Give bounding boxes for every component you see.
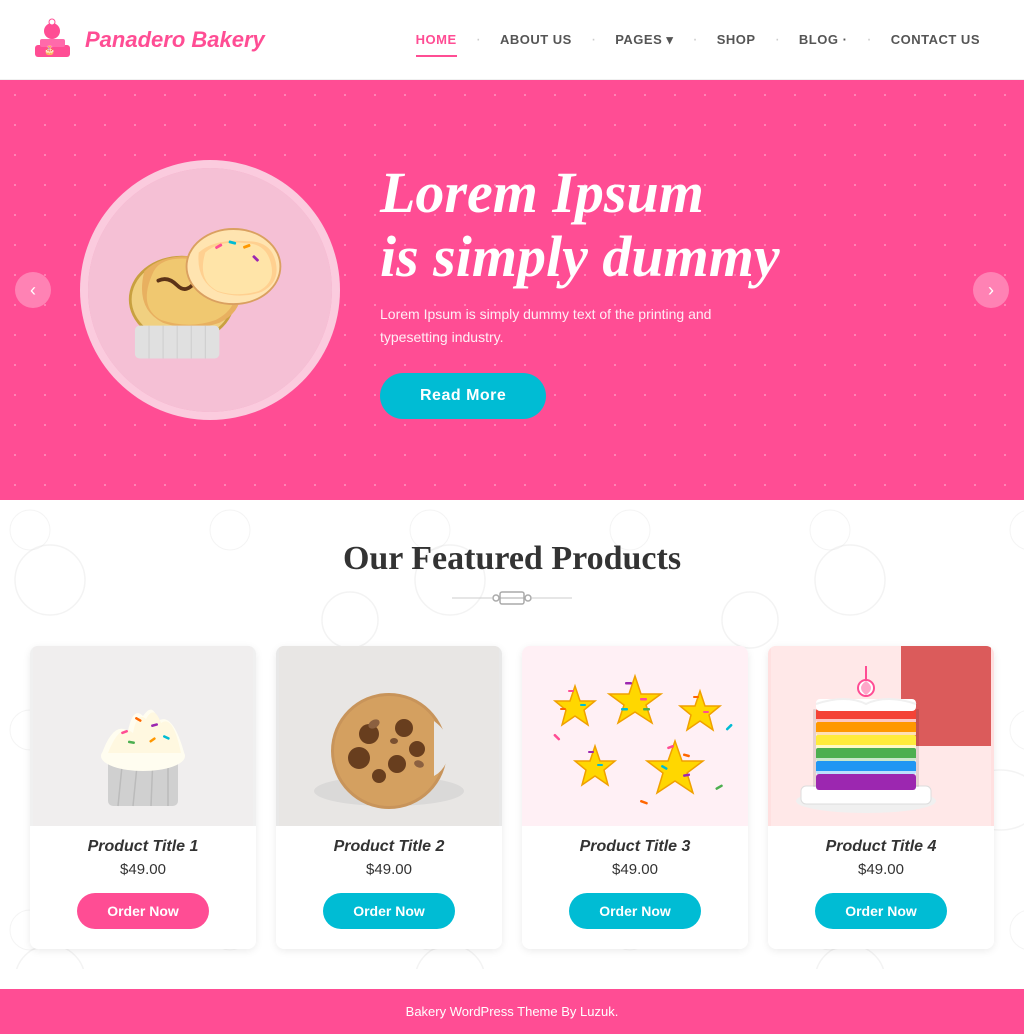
cupcake-svg [33,646,253,826]
nav-home[interactable]: HOME [402,24,471,55]
products-grid: Product Title 1 $49.00 Order Now [30,646,994,949]
product-title-1: Product Title 1 [30,838,256,856]
product-image-2 [276,646,502,826]
product-title-2: Product Title 2 [276,838,502,856]
nav-pages[interactable]: PAGES ▾ [601,24,687,56]
logo[interactable]: 🎂 Panadero Bakery [30,17,265,62]
hero-cta-button[interactable]: Read More [380,373,546,419]
product-price-1: $49.00 [30,861,256,878]
nav-shop[interactable]: SHOP [703,24,770,55]
nav-about[interactable]: ABOUT US [486,24,586,55]
hero-title: Lorem Ipsum is simply dummy [380,161,944,289]
product-card-3: Product Title 3 $49.00 Order Now [522,646,748,949]
site-name: Panadero Bakery [85,27,265,53]
featured-section: Our Featured Products [0,500,1024,969]
order-button-1[interactable]: Order Now [77,893,209,929]
divider-icon [452,586,572,610]
cookies-sprinkle-svg [525,646,745,826]
site-footer: Bakery WordPress Theme By Luzuk. [0,989,1024,1034]
hero-donut-svg [88,168,332,412]
nav-sep-3: · [692,31,697,49]
nav-sep-5: · [866,31,871,49]
product-image-4 [768,646,994,826]
product-price-4: $49.00 [768,861,994,878]
nav-sep-2: · [591,31,596,49]
product-title-3: Product Title 3 [522,838,748,856]
rainbow-cake-svg [771,646,991,826]
order-button-2[interactable]: Order Now [323,893,455,929]
hero-next-button[interactable]: › [973,272,1009,308]
product-card-4: Product Title 4 $49.00 Order Now [768,646,994,949]
svg-text:🎂: 🎂 [44,44,55,56]
hero-prev-button[interactable]: ‹ [15,272,51,308]
cookie-svg [279,646,499,826]
nav-sep-4: · [775,31,780,49]
product-title-4: Product Title 4 [768,838,994,856]
main-nav: HOME · ABOUT US · PAGES ▾ · SHOP · BLOG … [402,24,994,56]
order-button-4[interactable]: Order Now [815,893,947,929]
hero-text-area: Lorem Ipsum is simply dummy Lorem Ipsum … [380,161,944,419]
bakery-logo-icon: 🎂 [30,17,75,62]
product-image-3 [522,646,748,826]
product-price-3: $49.00 [522,861,748,878]
product-image-1 [30,646,256,826]
product-card-2: Product Title 2 $49.00 Order Now [276,646,502,949]
section-title: Our Featured Products [30,540,994,578]
order-button-3[interactable]: Order Now [569,893,701,929]
hero-section: ‹ [0,80,1024,500]
nav-blog[interactable]: BLOG · [785,24,862,55]
footer-text: Bakery WordPress Theme By Luzuk. [406,1004,619,1019]
product-price-2: $49.00 [276,861,502,878]
hero-product-image [80,160,340,420]
site-header: 🎂 Panadero Bakery HOME · ABOUT US · PAGE… [0,0,1024,80]
nav-contact[interactable]: CONTACT US [877,24,994,55]
product-card-1: Product Title 1 $49.00 Order Now [30,646,256,949]
hero-subtitle: Lorem Ipsum is simply dummy text of the … [380,303,760,348]
section-divider [30,586,994,616]
nav-sep-1: · [476,31,481,49]
hero-content: Lorem Ipsum is simply dummy Lorem Ipsum … [0,160,1024,420]
